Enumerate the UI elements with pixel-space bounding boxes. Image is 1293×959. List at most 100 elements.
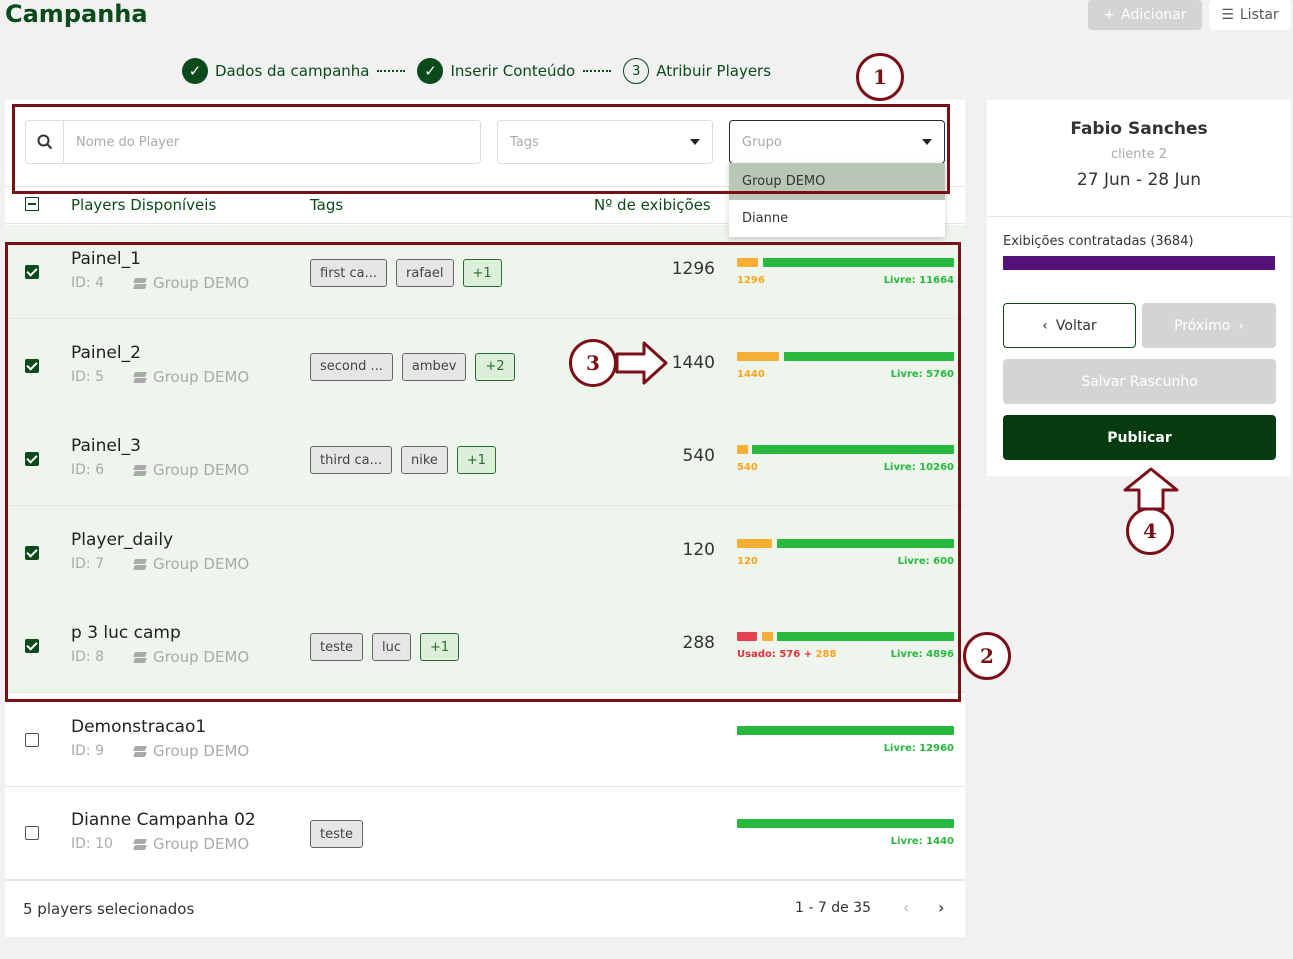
search-icon[interactable] xyxy=(26,121,64,163)
tag-chip[interactable]: teste xyxy=(310,633,363,661)
select-all-checkbox[interactable] xyxy=(25,197,39,211)
step-connector xyxy=(583,70,612,72)
player-id: ID: 7 xyxy=(71,555,104,572)
client-info: Fabio Sanches cliente 2 27 Jun - 28 Jun xyxy=(987,100,1291,217)
group-option[interactable]: Dianne xyxy=(729,200,945,237)
player-id: ID: 9 xyxy=(71,742,104,759)
tag-chip[interactable]: teste xyxy=(310,820,363,848)
group-dropdown: Group DEMO Dianne xyxy=(729,163,945,237)
player-tags: second ... ambev +2 xyxy=(310,352,515,381)
row-checkbox[interactable] xyxy=(25,265,39,279)
group-option[interactable]: Group DEMO xyxy=(729,163,945,200)
tag-chip[interactable]: luc xyxy=(371,633,411,661)
player-name: Dianne Campanha 02 xyxy=(71,810,256,830)
table-row[interactable]: Demonstracao1 ID: 9 Group DEMO Livre: 12960 xyxy=(5,693,965,787)
capacity-bar xyxy=(737,351,954,361)
player-group-label: Group DEMO xyxy=(153,367,250,386)
list-icon: ☰ xyxy=(1221,7,1234,23)
player-name: Demonstracao1 xyxy=(71,716,207,737)
player-name: p 3 luc camp xyxy=(71,623,181,643)
annotation-marker: 4 xyxy=(1126,507,1174,555)
tags-select[interactable]: Tags xyxy=(497,120,713,164)
header-players: Players Disponíveis xyxy=(71,196,217,214)
tag-chip[interactable]: second ... xyxy=(310,352,393,381)
more-tags-chip[interactable]: +1 xyxy=(462,259,502,287)
table-row[interactable]: Dianne Campanha 02 ID: 10 Group DEMO teste L… xyxy=(5,786,965,880)
step-dados[interactable]: ✓ Dados da campanha xyxy=(182,58,369,84)
publish-button[interactable]: Publicar xyxy=(1003,415,1276,460)
capacity-segment-green xyxy=(777,538,954,548)
player-id: ID: 5 xyxy=(71,368,104,385)
client-subtitle: cliente 2 xyxy=(1110,147,1168,162)
save-draft-button[interactable]: Salvar Rascunho xyxy=(1003,359,1276,404)
row-checkbox[interactable] xyxy=(25,826,39,840)
client-name: Fabio Sanches xyxy=(1070,119,1208,139)
chevron-left-icon[interactable]: ‹ xyxy=(903,898,909,917)
tag-chip[interactable]: ambev xyxy=(401,352,467,381)
table-row[interactable]: Painel_1 ID: 4 Group DEMO first ca... rafael… xyxy=(5,225,965,319)
chevron-left-icon: ‹ xyxy=(1042,317,1048,334)
layers-icon xyxy=(133,370,147,384)
more-tags-chip[interactable]: +1 xyxy=(419,633,460,661)
step-label: Inserir Conteúdo xyxy=(450,62,576,80)
player-group: Group DEMO xyxy=(133,835,249,853)
layers-icon xyxy=(133,276,147,290)
contracted-bar xyxy=(1003,256,1275,270)
capacity-segment-green xyxy=(777,632,954,641)
player-id: ID: 10 xyxy=(71,836,113,852)
step-players[interactable]: 3 Atribuir Players xyxy=(623,58,771,84)
add-button[interactable]: + Adicionar xyxy=(1088,0,1202,30)
table-row[interactable]: Painel_3 ID: 6 Group DEMO third ca... nike +1… xyxy=(5,412,965,506)
row-checkbox[interactable] xyxy=(25,732,39,747)
plus-sign: + xyxy=(803,649,813,660)
chevron-right-icon[interactable]: › xyxy=(938,898,944,917)
player-group-label: Group DEMO xyxy=(153,274,250,292)
capacity-free-label: Livre: 11664 xyxy=(883,275,954,286)
check-icon: ✓ xyxy=(417,58,444,84)
header-exhibitions: Nº de exibições xyxy=(594,196,711,214)
capacity-segment-orange xyxy=(737,351,779,361)
row-checkbox[interactable] xyxy=(25,639,39,653)
exhibition-count: 288 xyxy=(682,633,715,653)
player-group: Group DEMO xyxy=(133,742,249,760)
step-number: 3 xyxy=(623,58,650,84)
back-button[interactable]: ‹ Voltar xyxy=(1003,303,1136,348)
search-box xyxy=(25,120,481,164)
more-tags-chip[interactable]: +2 xyxy=(475,352,515,381)
capacity-bar xyxy=(737,445,954,454)
row-checkbox[interactable] xyxy=(25,545,39,560)
annotation-marker: 2 xyxy=(963,632,1011,680)
step-label: Dados da campanha xyxy=(215,62,370,80)
table-row[interactable]: Player_daily ID: 7 Group DEMO 120 120 Livre: … xyxy=(5,505,965,600)
group-select-placeholder: Grupo xyxy=(742,134,782,150)
player-tags: teste luc +1 xyxy=(310,633,460,661)
capacity-free-label: Livre: 12960 xyxy=(883,742,954,754)
capacity-used-label: 1440 xyxy=(737,369,765,380)
more-tags-chip[interactable]: +1 xyxy=(456,446,497,474)
caret-down-icon xyxy=(922,139,932,145)
tag-chip[interactable]: nike xyxy=(400,446,448,474)
tag-chip[interactable]: rafael xyxy=(396,259,454,287)
step-connector xyxy=(377,70,406,72)
tag-chip[interactable]: third ca... xyxy=(310,446,392,474)
table-row[interactable]: Painel_2 ID: 5 Group DEMO second ... ambev +2… xyxy=(5,318,965,413)
capacity-segment-orange xyxy=(737,258,758,267)
stepper: ✓ Dados da campanha ✓ Inserir Conteúdo 3… xyxy=(182,58,771,84)
row-checkbox[interactable] xyxy=(25,452,39,466)
search-input[interactable] xyxy=(64,121,480,163)
list-button[interactable]: ☰ Listar xyxy=(1209,0,1291,30)
row-checkbox[interactable] xyxy=(25,358,39,373)
tag-chip[interactable]: first ca... xyxy=(310,259,388,287)
capacity-segment-red xyxy=(737,632,757,641)
capacity-segment-orange xyxy=(762,632,773,641)
next-button[interactable]: Próximo › xyxy=(1142,303,1276,348)
header-tags: Tags xyxy=(310,196,344,214)
table-row[interactable]: p 3 luc camp ID: 8 Group DEMO teste luc +1 288… xyxy=(5,599,965,693)
players-panel: Tags Grupo Group DEMO Dianne Players Dis… xyxy=(5,100,965,937)
capacity-used-label: Usado: 576 + 288 xyxy=(737,649,836,660)
step-conteudo[interactable]: ✓ Inserir Conteúdo xyxy=(417,58,575,84)
capacity-segment-green xyxy=(752,445,954,454)
exhibition-count: 540 xyxy=(682,446,715,466)
used-label: Usado: 576 xyxy=(737,649,801,660)
group-select[interactable]: Grupo xyxy=(729,120,945,164)
